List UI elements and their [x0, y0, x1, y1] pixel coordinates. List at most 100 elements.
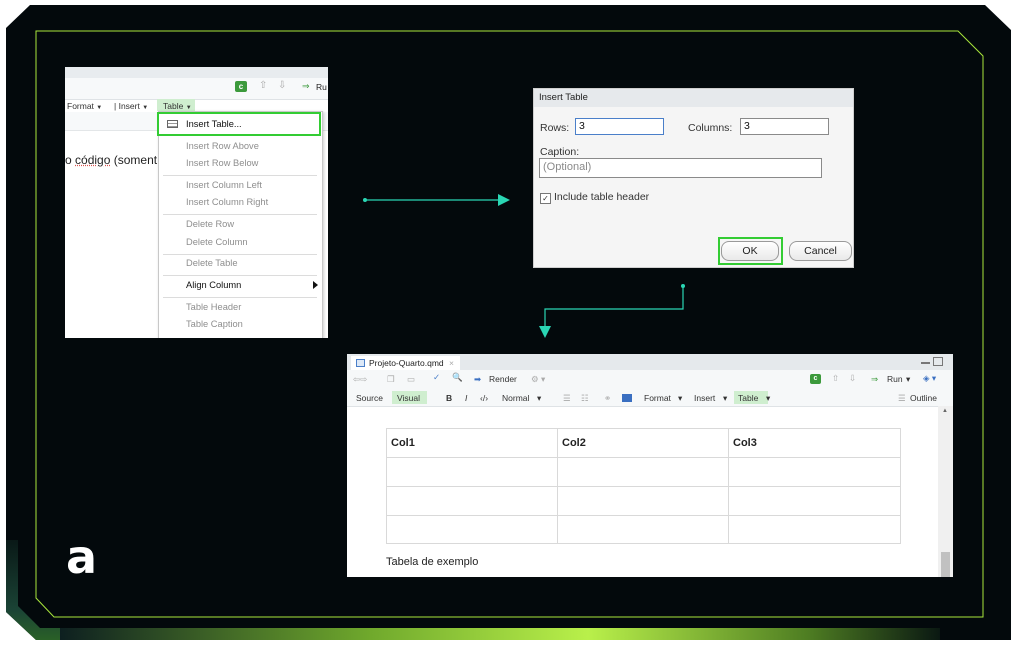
menu-separator	[163, 254, 317, 255]
menu-item-table-header[interactable]: Table Header	[186, 302, 241, 312]
caption-input[interactable]: (Optional)	[539, 158, 822, 178]
editor-top-strip	[65, 67, 328, 78]
insert-menu[interactable]: | Insert ▼	[114, 101, 148, 111]
format-menu[interactable]: Format	[644, 393, 671, 403]
menu-item-insert-column-right[interactable]: Insert Column Right	[186, 197, 268, 207]
insert-table-dialog: Insert Table Rows: 3 Columns: 3 Caption:…	[533, 88, 854, 268]
save-icon[interactable]: ▭	[407, 374, 415, 385]
table-cell[interactable]	[729, 458, 900, 487]
insert-menu[interactable]: Insert	[694, 393, 715, 403]
back-forward-icon[interactable]: ⇦⇨	[353, 374, 367, 385]
italic-button[interactable]: I	[465, 393, 467, 403]
outline-button[interactable]: Outline	[910, 393, 937, 403]
table-cell[interactable]	[558, 516, 729, 543]
rows-input[interactable]: 3	[575, 118, 664, 135]
table-header-col3: Col3	[733, 437, 757, 449]
tab-title: Projeto-Quarto.qmd	[369, 358, 444, 368]
menu-item-table-caption[interactable]: Table Caption	[186, 319, 243, 329]
run-button[interactable]: Run	[887, 374, 903, 384]
arrow-down-icon[interactable]: ⇩	[278, 80, 286, 91]
table-cell[interactable]	[387, 516, 558, 543]
spellcheck-icon[interactable]: ✓	[433, 372, 440, 383]
menu-item-insert-row-above[interactable]: Insert Row Above	[186, 141, 259, 151]
format-menu[interactable]: Format ▼	[67, 101, 102, 111]
code-button[interactable]: ‹/›	[480, 393, 488, 403]
columns-label: Columns:	[688, 122, 733, 134]
menu-item-align-column[interactable]: Align Column	[186, 280, 241, 290]
search-icon[interactable]: 🔍	[452, 372, 463, 383]
tab-projeto-quarto[interactable]: Projeto-Quarto.qmd ×	[351, 356, 460, 370]
arrow-up-icon[interactable]: ⇧	[259, 80, 267, 91]
chevron-down-icon: ▼	[142, 105, 149, 111]
table-cell[interactable]	[558, 487, 729, 516]
quarto-file-icon	[356, 359, 365, 367]
run-button[interactable]: Ru	[316, 82, 327, 92]
bold-button[interactable]: B	[446, 393, 452, 403]
run-arrow-icon: ⇒	[871, 374, 879, 384]
image-icon[interactable]	[622, 394, 632, 402]
gear-icon[interactable]: ⚙ ▾	[531, 374, 545, 385]
menu-item-delete-table[interactable]: Delete Table	[186, 258, 238, 268]
screenshot-table-menu: c ⇧ ⇩ ⇒ Ru Format ▼ | Insert ▼ Table ▼ o…	[65, 67, 328, 338]
render-arrow-icon: ➡	[474, 374, 482, 384]
arrow-up-icon[interactable]: ⇧	[832, 373, 839, 384]
submenu-arrow-icon	[313, 281, 318, 289]
menu-separator	[163, 175, 317, 176]
dialog-title: Insert Table	[534, 89, 853, 107]
visual-editor-toolbar: Source Visual B I ‹/› Normal ▾ ☰ ☷ ⚭ For…	[347, 389, 953, 407]
document-text: o código (soment	[65, 153, 157, 167]
publish-icon[interactable]: ◈ ▾	[923, 373, 936, 384]
doc-text-rest: (soment	[110, 153, 158, 167]
scrollbar-thumb[interactable]	[941, 552, 950, 577]
source-button[interactable]: Source	[356, 393, 383, 403]
scroll-up-icon[interactable]: ▲	[942, 408, 948, 414]
insert-menu-label: Insert	[118, 101, 140, 111]
table-cell[interactable]	[387, 458, 558, 487]
ok-button-highlight	[718, 237, 783, 265]
columns-input[interactable]: 3	[740, 118, 829, 135]
table-cell[interactable]	[729, 487, 900, 516]
table-caption[interactable]: Tabela de exemplo	[386, 556, 478, 568]
insert-chunk-icon[interactable]: c	[235, 81, 247, 92]
close-icon[interactable]: ×	[449, 358, 454, 368]
menu-separator	[163, 275, 317, 276]
chevron-down-icon: ▾	[678, 393, 683, 403]
include-header-label: Include table header	[554, 191, 650, 203]
bullet-list-icon[interactable]: ☰	[563, 393, 571, 404]
menu-item-delete-column[interactable]: Delete Column	[186, 237, 248, 247]
visual-button[interactable]: Visual	[397, 393, 420, 403]
table-menu[interactable]: Table	[738, 393, 758, 403]
cancel-button[interactable]: Cancel	[789, 241, 852, 261]
maximize-icon[interactable]	[933, 357, 943, 366]
inserted-table: Col1 Col2 Col3	[386, 428, 901, 544]
table-menu[interactable]: Table ▼	[163, 101, 192, 111]
menu-item-insert-row-below[interactable]: Insert Row Below	[186, 158, 258, 168]
menu-separator	[163, 297, 317, 298]
numbered-list-icon[interactable]: ☷	[581, 393, 589, 404]
include-header-checkbox[interactable]: ✓	[540, 193, 551, 204]
arrow-down-icon[interactable]: ⇩	[849, 373, 856, 384]
link-icon[interactable]: ⚭	[604, 393, 611, 404]
chevron-down-icon: ▾	[766, 393, 771, 403]
show-in-window-icon[interactable]: ❐	[387, 374, 395, 385]
minimize-icon[interactable]	[921, 359, 930, 364]
table-cell[interactable]	[729, 516, 900, 543]
render-button[interactable]: Render	[489, 374, 517, 384]
chevron-down-icon: ▾	[537, 393, 542, 403]
caption-label: Caption:	[540, 146, 580, 158]
outline-icon: ☰	[898, 393, 906, 403]
doc-text-underlined: código	[75, 153, 111, 167]
normal-style-select[interactable]: Normal	[502, 393, 529, 403]
insert-chunk-icon[interactable]: c	[810, 374, 821, 384]
screenshot-result-editor: Projeto-Quarto.qmd × ⇦⇨ ❐ ▭ ✓ 🔍 ➡ Render…	[347, 354, 953, 577]
editor-toolbar: ⇦⇨ ❐ ▭ ✓ 🔍 ➡ Render ⚙ ▾ c ⇧ ⇩ ⇒ Run ▾ ◈ …	[347, 370, 953, 390]
menu-item-delete-row[interactable]: Delete Row	[186, 219, 234, 229]
table-cell[interactable]	[558, 458, 729, 487]
table-cell[interactable]	[387, 487, 558, 516]
table-header-col2: Col2	[562, 437, 586, 449]
editor-tab-bar: Projeto-Quarto.qmd ×	[347, 354, 953, 370]
chevron-down-icon[interactable]: ▾	[906, 374, 910, 385]
menu-separator	[163, 214, 317, 215]
table-dropdown-menu: Insert Table... Insert Row Above Insert …	[158, 111, 323, 338]
menu-item-insert-column-left[interactable]: Insert Column Left	[186, 180, 262, 190]
